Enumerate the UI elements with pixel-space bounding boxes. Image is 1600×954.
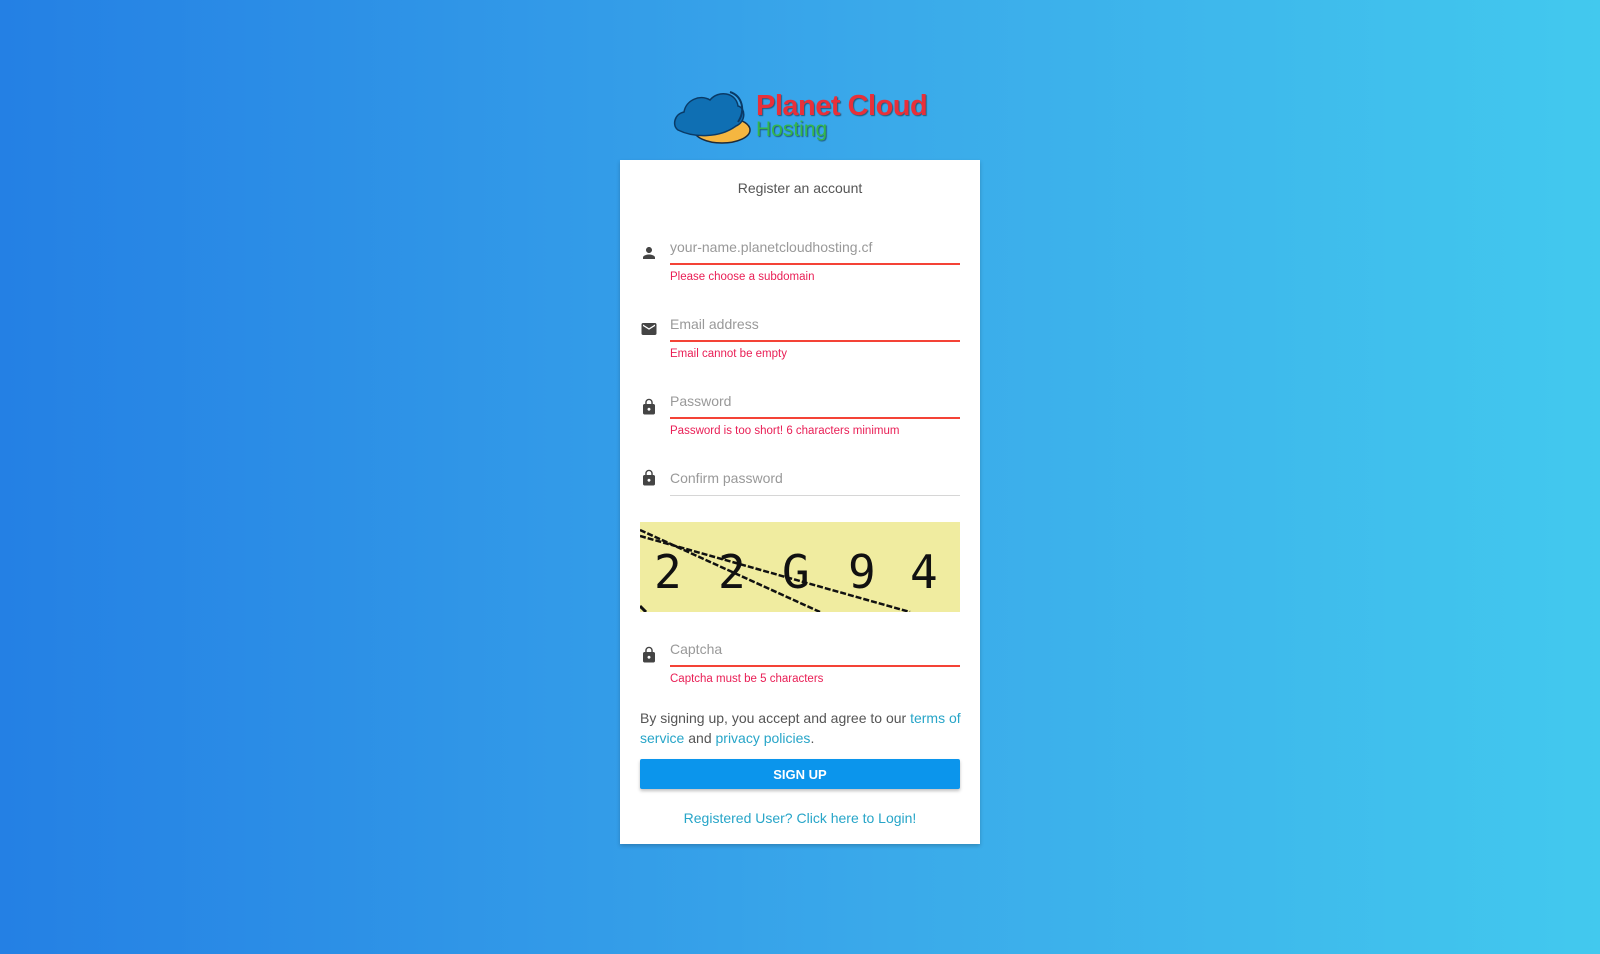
cloud-logo-icon	[673, 91, 751, 144]
lock-icon	[643, 398, 655, 415]
terms-suffix: .	[810, 730, 815, 746]
form-title: Register an account	[737, 180, 863, 196]
terms-middle: and	[684, 730, 716, 746]
captcha-char: 4	[910, 545, 938, 599]
mail-icon	[641, 323, 657, 335]
login-link[interactable]: Registered User? Click here to Login!	[620, 810, 980, 826]
brand-name-line2: Hosting	[756, 118, 828, 141]
lock-icon	[643, 646, 655, 663]
email-field: Email cannot be empty	[640, 309, 960, 369]
captcha-char: 2	[654, 545, 682, 599]
captcha-field: Captcha must be 5 characters	[640, 634, 960, 694]
captcha-underline	[670, 665, 960, 667]
subdomain-field: Please choose a subdomain	[640, 232, 960, 292]
captcha-char: 9	[848, 545, 876, 599]
email-error: Email cannot be empty	[670, 348, 787, 360]
captcha-input[interactable]	[670, 636, 960, 662]
lock-icon	[643, 469, 655, 486]
password-underline	[670, 417, 960, 419]
captcha-error: Captcha must be 5 characters	[670, 673, 824, 685]
confirm-password-underline	[670, 495, 960, 496]
terms-text: By signing up, you accept and agree to o…	[640, 708, 962, 748]
password-field: Password is too short! 6 characters mini…	[640, 386, 960, 446]
email-input[interactable]	[670, 311, 960, 337]
privacy-policies-link[interactable]: privacy policies	[716, 730, 811, 746]
password-error: Password is too short! 6 characters mini…	[670, 425, 900, 437]
password-input[interactable]	[670, 388, 960, 414]
email-underline	[670, 340, 960, 342]
person-icon	[643, 247, 655, 259]
captcha-char: G	[782, 545, 810, 599]
confirm-password-input[interactable]	[670, 465, 960, 491]
subdomain-input[interactable]	[670, 234, 960, 260]
brand-logo: Planet Cloud Hosting	[672, 86, 932, 146]
subdomain-error: Please choose a subdomain	[670, 271, 815, 283]
subdomain-underline	[670, 263, 960, 265]
sign-up-button[interactable]: SIGN UP	[640, 759, 960, 789]
captcha-char: 2	[718, 545, 746, 599]
captcha-image: 2 2 G 9 4	[640, 522, 960, 612]
register-card: Register an account Please choose a subd…	[620, 160, 980, 844]
confirm-password-field	[640, 463, 960, 503]
terms-prefix: By signing up, you accept and agree to o…	[640, 710, 911, 726]
